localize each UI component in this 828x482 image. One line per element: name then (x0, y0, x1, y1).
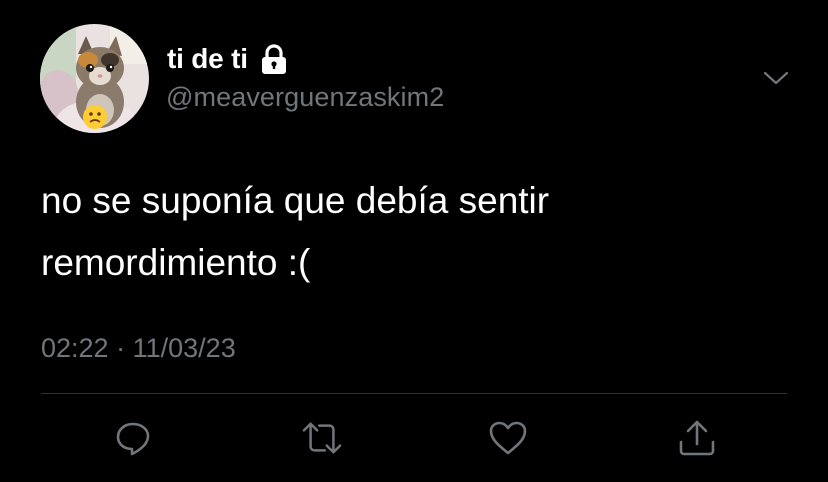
user-handle[interactable]: @meaverguenzaskim2 (166, 82, 444, 113)
display-name[interactable]: ti de ti (167, 43, 248, 75)
like-button[interactable] (488, 418, 528, 458)
avatar[interactable] (40, 24, 149, 133)
share-icon (679, 420, 715, 456)
kitten-avatar-image (40, 24, 149, 133)
retweet-button[interactable] (302, 418, 342, 458)
heart-icon (489, 421, 527, 455)
share-button[interactable] (677, 418, 717, 458)
tweet-text-line: remordimiento :( (41, 242, 311, 283)
reply-button[interactable] (113, 418, 153, 458)
tweet-date: 11/03/23 (132, 333, 236, 363)
tweet-time: 02:22 (41, 333, 109, 363)
meta-separator: · (116, 333, 126, 363)
display-name-row: ti de ti (167, 41, 288, 77)
reply-icon (116, 422, 150, 456)
retweet-icon (302, 422, 342, 454)
tweet-text: no se suponía que debía sentir remordimi… (41, 170, 781, 294)
chevron-down-icon[interactable] (762, 68, 790, 88)
lock-icon (260, 43, 288, 75)
divider (41, 393, 787, 394)
tweet-timestamp[interactable]: 02:22 · 11/03/23 (41, 333, 236, 364)
tweet-text-line: no se suponía que debía sentir (41, 180, 550, 221)
